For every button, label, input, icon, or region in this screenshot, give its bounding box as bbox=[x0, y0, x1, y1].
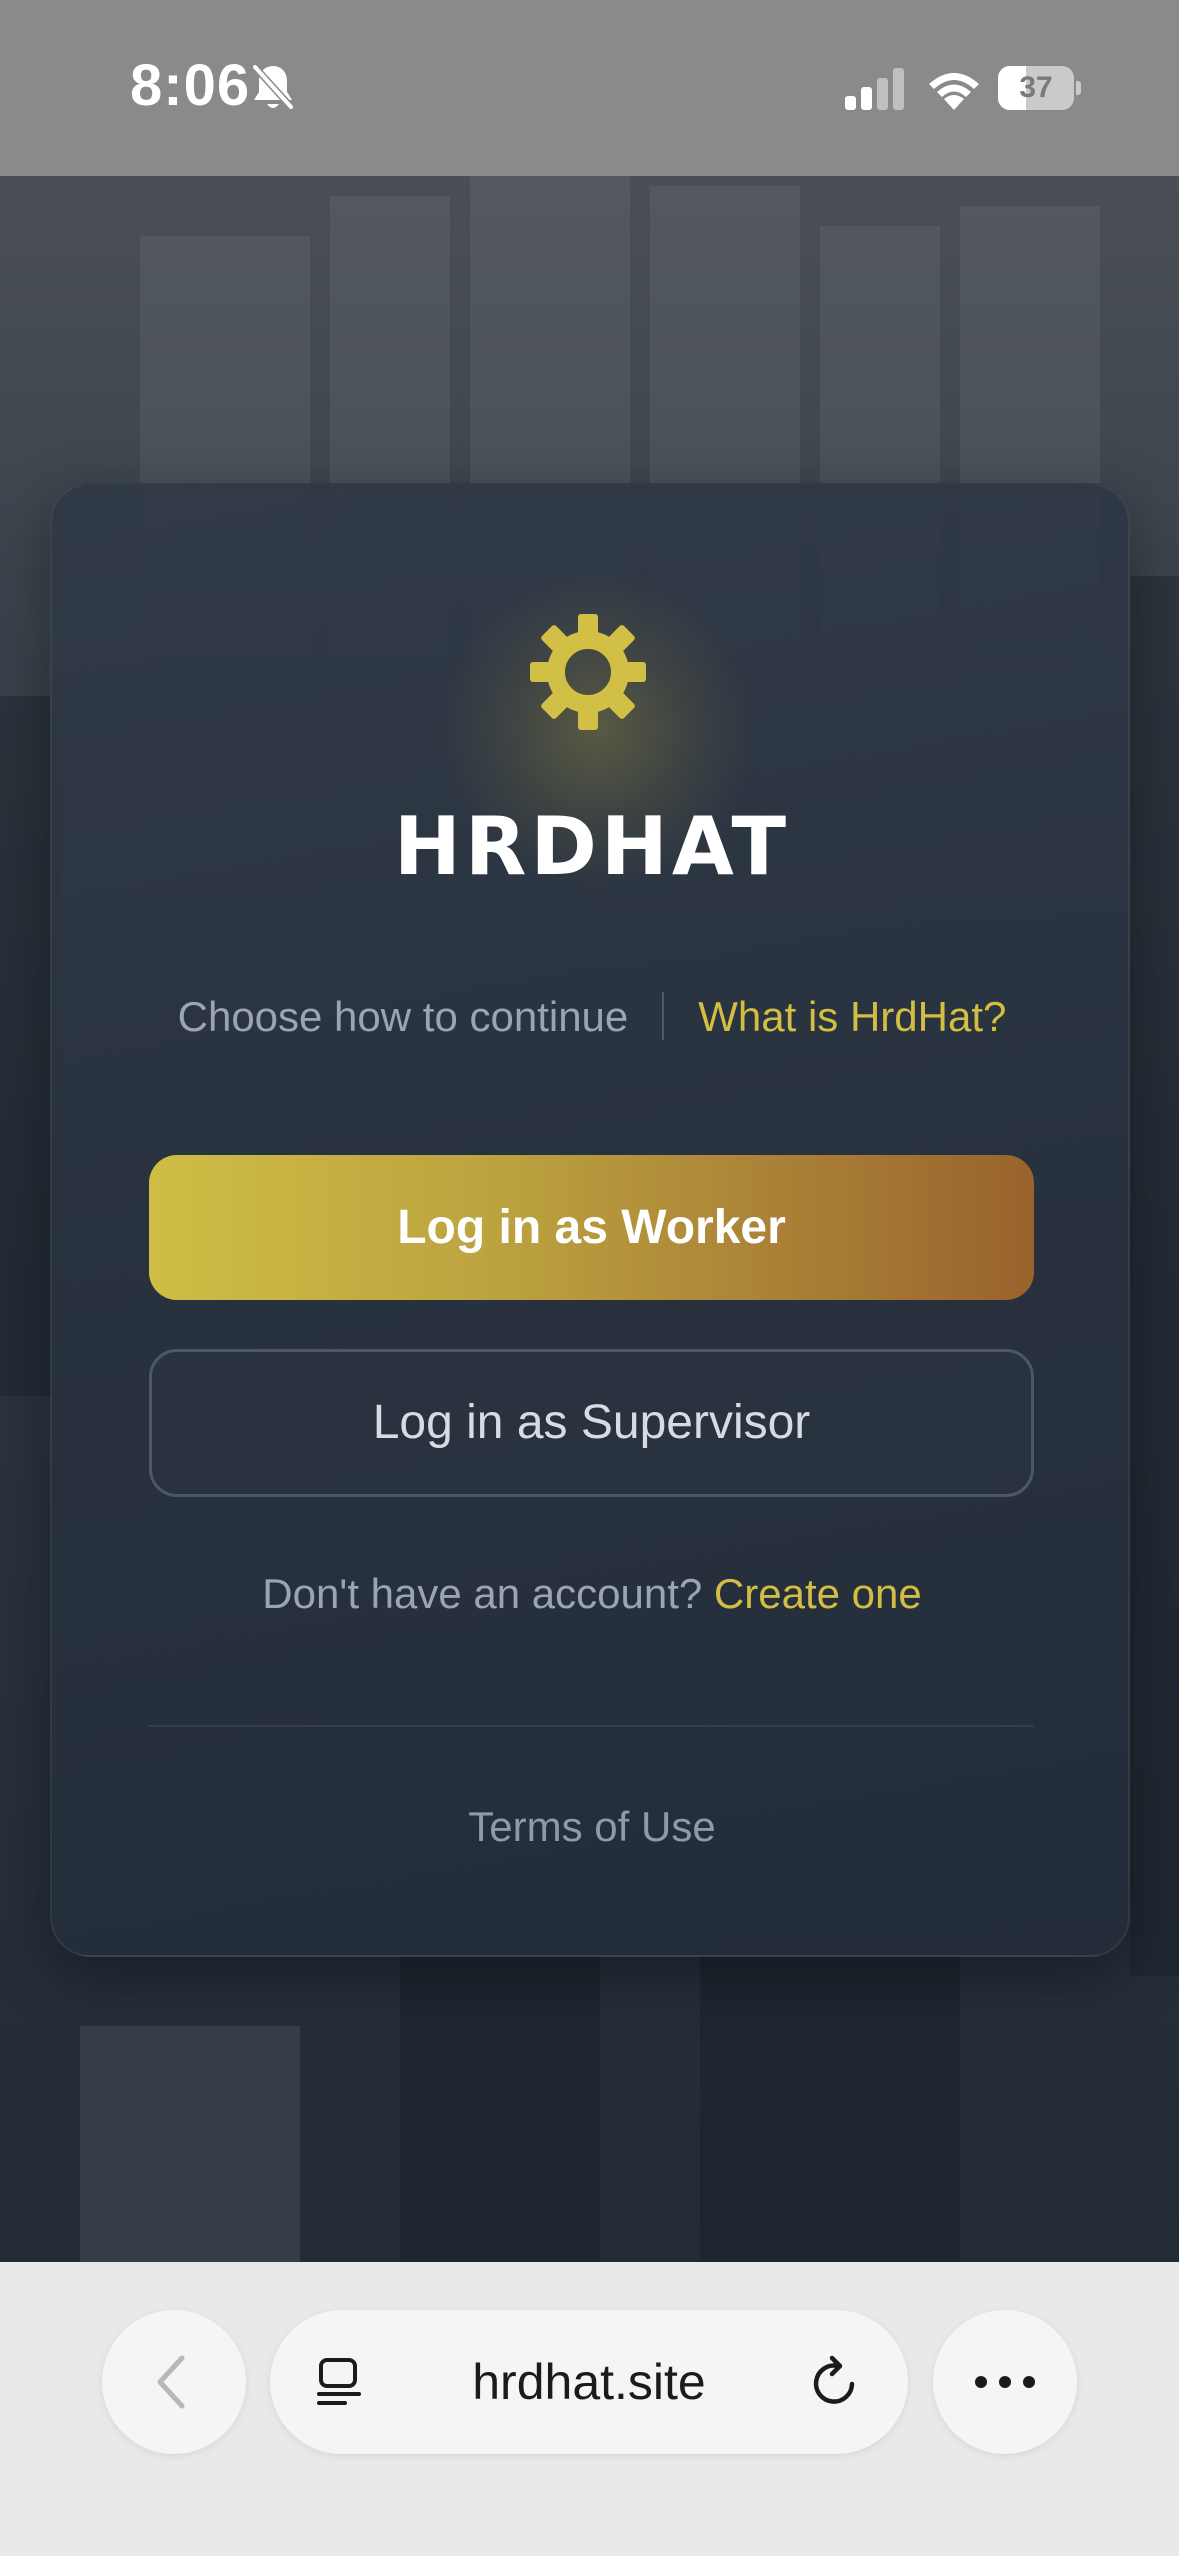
login-card: HRDHAT Choose how to continue What is Hrd… bbox=[50, 483, 1130, 1957]
choose-text: Choose how to continue bbox=[177, 993, 629, 1040]
more-icon bbox=[975, 2376, 1035, 2388]
gear-icon bbox=[530, 614, 646, 730]
wifi-icon bbox=[929, 73, 979, 110]
battery-icon: 37 bbox=[998, 66, 1081, 110]
address-bar[interactable]: hrdhat.site bbox=[270, 2310, 908, 2454]
battery-level: 37 bbox=[1019, 71, 1053, 104]
what-is-hrdhat-link[interactable]: What is HrdHat? bbox=[698, 993, 1006, 1040]
continue-row: Choose how to continue What is HrdHat? bbox=[52, 991, 1132, 1053]
signup-row: Don't have an account? Create one bbox=[52, 1570, 1132, 1618]
create-account-link[interactable]: Create one bbox=[714, 1570, 922, 1617]
back-button[interactable] bbox=[102, 2310, 246, 2454]
divider-bar bbox=[662, 991, 665, 1040]
card-divider bbox=[149, 1725, 1034, 1727]
login-worker-button[interactable]: Log in as Worker bbox=[149, 1155, 1034, 1300]
more-button[interactable] bbox=[933, 2310, 1077, 2454]
status-bar: 8:06 37 bbox=[0, 0, 1179, 176]
status-time: 8:06 bbox=[130, 53, 251, 118]
login-supervisor-button[interactable]: Log in as Supervisor bbox=[149, 1349, 1034, 1497]
back-chevron-icon bbox=[157, 2355, 185, 2409]
browser-toolbar: hrdhat.site bbox=[0, 2262, 1179, 2556]
terms-of-use-link[interactable]: Terms of Use bbox=[52, 1803, 1132, 1851]
bell-slash-icon bbox=[251, 63, 295, 111]
reload-icon[interactable] bbox=[808, 2354, 864, 2410]
cellular-signal-icon bbox=[845, 68, 904, 110]
app-logo: HRDHAT bbox=[393, 800, 791, 893]
account-question: Don't have an account? bbox=[262, 1570, 703, 1617]
